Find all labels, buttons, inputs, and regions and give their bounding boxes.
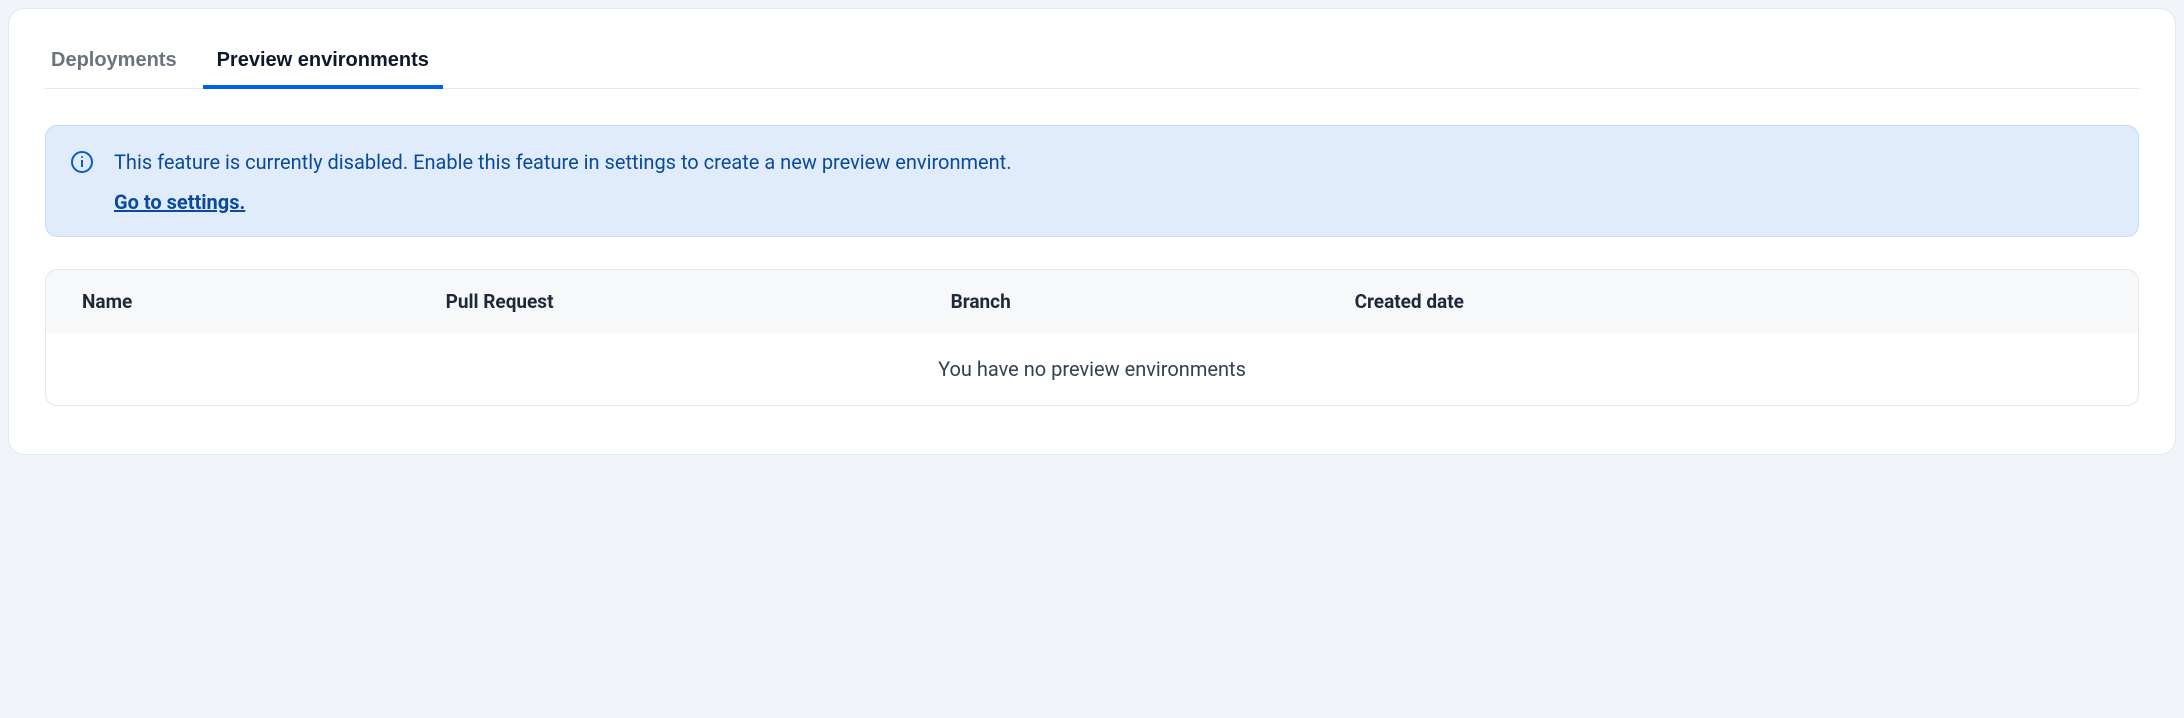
go-to-settings-link[interactable]: Go to settings.: [114, 190, 245, 214]
table-header-row: Name Pull Request Branch Created date: [46, 270, 2138, 333]
tab-deployments[interactable]: Deployments: [45, 41, 183, 88]
info-banner: This feature is currently disabled. Enab…: [45, 125, 2139, 237]
main-card: Deployments Preview environments This fe…: [8, 8, 2176, 455]
environments-table: Name Pull Request Branch Created date Yo…: [45, 269, 2139, 406]
empty-state-message: You have no preview environments: [46, 333, 2138, 405]
column-header-branch: Branch: [951, 290, 1355, 313]
tab-bar: Deployments Preview environments: [45, 41, 2139, 89]
column-header-created-date: Created date: [1355, 290, 2102, 313]
tab-preview-environments[interactable]: Preview environments: [211, 41, 435, 88]
banner-content: This feature is currently disabled. Enab…: [114, 148, 2114, 214]
banner-message: This feature is currently disabled. Enab…: [114, 148, 2114, 176]
column-header-pull-request: Pull Request: [446, 290, 951, 313]
info-icon: [70, 150, 94, 174]
column-header-name: Name: [82, 290, 446, 313]
